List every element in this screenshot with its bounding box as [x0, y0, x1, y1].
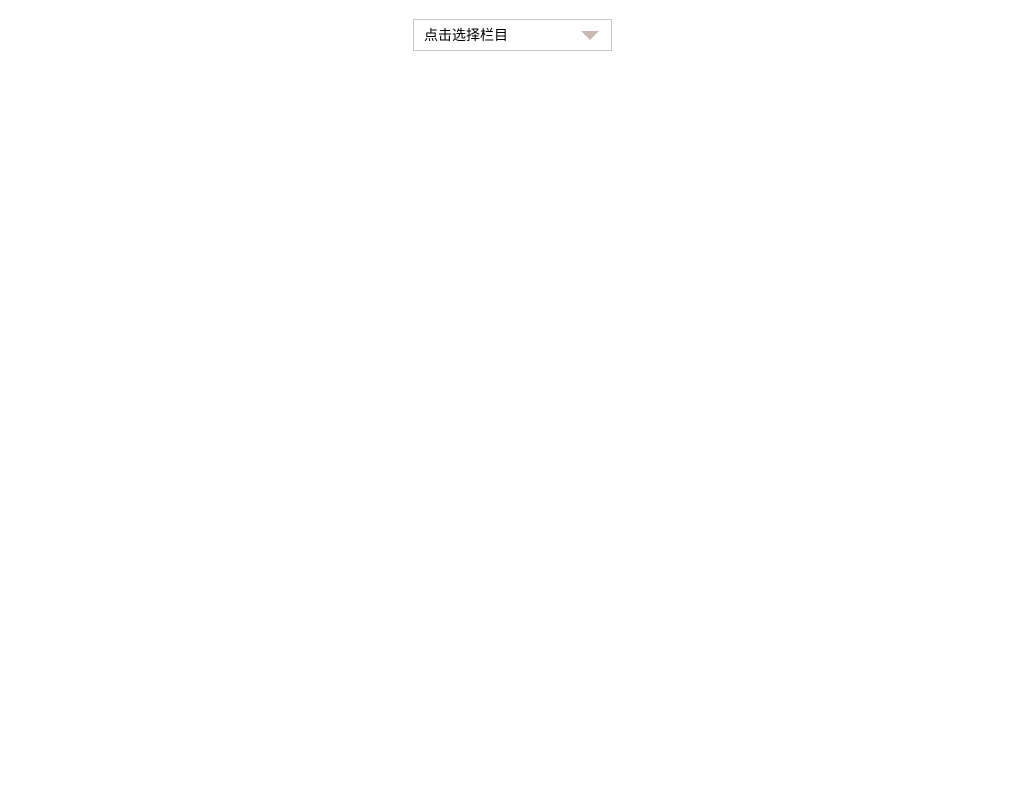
column-select-dropdown[interactable]: 点击选择栏目	[413, 19, 612, 51]
dropdown-label: 点击选择栏目	[424, 20, 581, 50]
chevron-down-icon	[581, 31, 599, 40]
